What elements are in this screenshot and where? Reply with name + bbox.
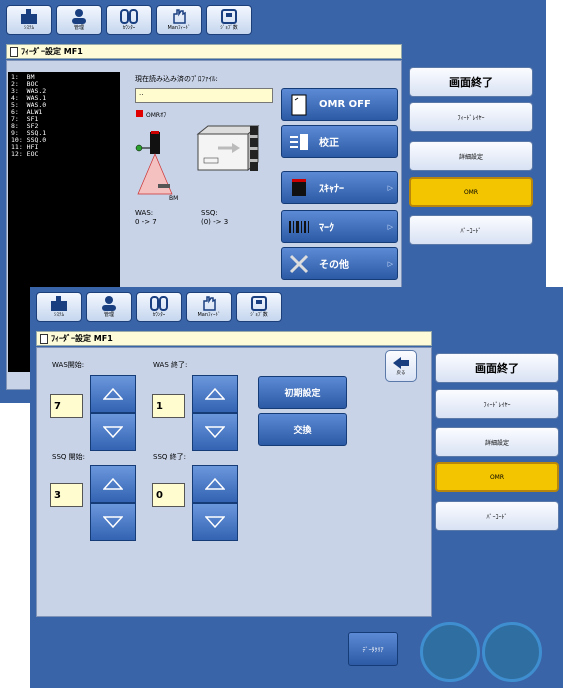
chevron-right-icon: ▷ — [387, 259, 393, 268]
arrow-down-icon — [103, 426, 123, 438]
toolbar: ｼｽﾃﾑ 管理 ｶｳﾝﾀｰ Manﾌｨｰﾄﾞ ｼﾞｮﾌﾞ数 — [36, 292, 282, 322]
decrement-button[interactable] — [90, 503, 136, 541]
bm-label: BM — [169, 195, 179, 202]
system-button[interactable]: ｼｽﾃﾑ — [6, 5, 52, 35]
job-button[interactable]: ｼﾞｮﾌﾞ数 — [236, 292, 282, 322]
arrow-left-icon — [393, 357, 409, 369]
arrow-down-icon — [205, 516, 225, 528]
ssq-end-stepper — [192, 465, 238, 541]
window-title: ﾌｨｰﾀﾞｰ設定 MF1 — [36, 331, 432, 346]
mark-button[interactable]: ﾏｰｸ ▷ — [281, 210, 398, 243]
initial-settings-button[interactable]: 初期設定 — [258, 376, 347, 409]
job-icon — [221, 9, 237, 24]
feeder-settings-screen-front: ｼｽﾃﾑ 管理 ｶｳﾝﾀｰ Manﾌｨｰﾄﾞ ｼﾞｮﾌﾞ数 ﾌｨｰﾀﾞｰ設定 M… — [30, 287, 563, 688]
document-icon — [10, 46, 18, 57]
job-icon — [251, 296, 267, 311]
chevron-right-icon: ▷ — [387, 183, 393, 192]
scanner-button[interactable]: ｽｷｬﾅｰ ▷ — [281, 171, 398, 204]
ssq-start-label: SSQ 開始: — [52, 453, 85, 461]
exit-screen-button[interactable]: 画面終了 — [409, 67, 533, 97]
manual-feed-icon — [173, 9, 186, 24]
was-start-label: WAS開始: — [52, 361, 85, 369]
arrow-down-icon — [103, 516, 123, 528]
ssq-start-stepper — [90, 465, 136, 541]
swap-button[interactable]: 交換 — [258, 413, 347, 446]
feeder-diagram-icon — [135, 124, 260, 195]
counter-button[interactable]: ｶｳﾝﾀｰ — [136, 292, 182, 322]
document-icon — [287, 93, 311, 117]
barcode-button[interactable]: ﾊﾞｰｺｰﾄﾞ — [435, 501, 559, 531]
was-value: 0 -> 7 — [135, 218, 157, 226]
toolbar: ｼｽﾃﾑ 管理 ｶｳﾝﾀｰ Manﾌｨｰﾄﾞ ｼﾞｮﾌﾞ数 — [6, 5, 252, 35]
admin-icon — [102, 296, 116, 311]
ssq-label: SSQ: — [201, 209, 218, 217]
counter-button[interactable]: ｶｳﾝﾀｰ — [106, 5, 152, 35]
omr-off-button[interactable]: OMR OFF — [281, 88, 398, 121]
system-icon — [21, 9, 37, 24]
admin-button[interactable]: 管理 — [86, 292, 132, 322]
was-label: WAS: — [135, 209, 154, 217]
manual-feed-button[interactable]: Manﾌｨｰﾄﾞ — [186, 292, 232, 322]
calibrate-button[interactable]: 校正 — [281, 125, 398, 158]
increment-button[interactable] — [192, 465, 238, 503]
profile-field: .. — [135, 88, 273, 103]
arrow-up-icon — [205, 388, 225, 400]
ssq-end-value[interactable]: 0 — [152, 483, 185, 507]
omr-button[interactable]: OMR — [435, 462, 559, 492]
system-button[interactable]: ｼｽﾃﾑ — [36, 292, 82, 322]
feeder-layer-button[interactable]: ﾌｨｰﾄﾞﾚｲﾔｰ — [435, 389, 559, 419]
decrement-button[interactable] — [90, 413, 136, 451]
admin-icon — [72, 9, 86, 24]
profile-label: 現在読み込み済のﾌﾟﾛﾌｧｲﾙ: — [135, 75, 218, 83]
omr-button[interactable]: OMR — [409, 177, 533, 207]
manual-feed-button[interactable]: Manﾌｨｰﾄﾞ — [156, 5, 202, 35]
increment-button[interactable] — [90, 375, 136, 413]
decrement-button[interactable] — [192, 503, 238, 541]
detail-settings-button[interactable]: 詳細設定 — [435, 427, 559, 457]
was-end-label: WAS 終了: — [153, 361, 188, 369]
arrow-up-icon — [103, 478, 123, 490]
scanner-icon — [287, 176, 311, 200]
chevron-right-icon: ▷ — [387, 222, 393, 231]
increment-button[interactable] — [192, 375, 238, 413]
ssq-start-value[interactable]: 3 — [50, 483, 83, 507]
job-button[interactable]: ｼﾞｮﾌﾞ数 — [206, 5, 252, 35]
was-end-value[interactable]: 1 — [152, 394, 185, 418]
was-start-stepper — [90, 375, 136, 451]
round-button-left[interactable] — [420, 622, 480, 682]
was-end-stepper — [192, 375, 238, 451]
other-button[interactable]: その他 ▷ — [281, 247, 398, 280]
document-icon — [40, 333, 48, 344]
barcode-icon — [287, 215, 311, 239]
round-button-right[interactable] — [482, 622, 542, 682]
admin-button[interactable]: 管理 — [56, 5, 102, 35]
list-item: 12: EOC — [11, 150, 39, 158]
was-start-value[interactable]: 7 — [50, 394, 83, 418]
window-title: ﾌｨｰﾀﾞｰ設定 MF1 — [6, 44, 402, 59]
tools-icon — [287, 252, 311, 276]
barcode-button[interactable]: ﾊﾞｰｺｰﾄﾞ — [409, 215, 533, 245]
counter-icon — [120, 9, 138, 24]
arrow-up-icon — [205, 478, 225, 490]
increment-button[interactable] — [90, 465, 136, 503]
back-button[interactable]: 戻る — [385, 350, 417, 382]
omr-status-indicator — [136, 110, 143, 117]
decrement-button[interactable] — [192, 413, 238, 451]
system-icon — [51, 296, 67, 311]
detail-settings-button[interactable]: 詳細設定 — [409, 141, 533, 171]
manual-feed-icon — [203, 296, 216, 311]
calibrate-icon — [287, 130, 311, 154]
omr-status-label: OMRｵﾌ — [146, 112, 167, 119]
arrow-up-icon — [103, 388, 123, 400]
ssq-end-label: SSQ 終了: — [153, 453, 186, 461]
feeder-layer-button[interactable]: ﾌｨｰﾄﾞﾚｲﾔｰ — [409, 102, 533, 132]
data-clear-button[interactable]: ﾃﾞｰﾀｸﾘｱ — [348, 632, 398, 666]
ssq-value: (0) -> 3 — [201, 218, 229, 226]
arrow-down-icon — [205, 426, 225, 438]
counter-icon — [150, 296, 168, 311]
exit-screen-button[interactable]: 画面終了 — [435, 353, 559, 383]
